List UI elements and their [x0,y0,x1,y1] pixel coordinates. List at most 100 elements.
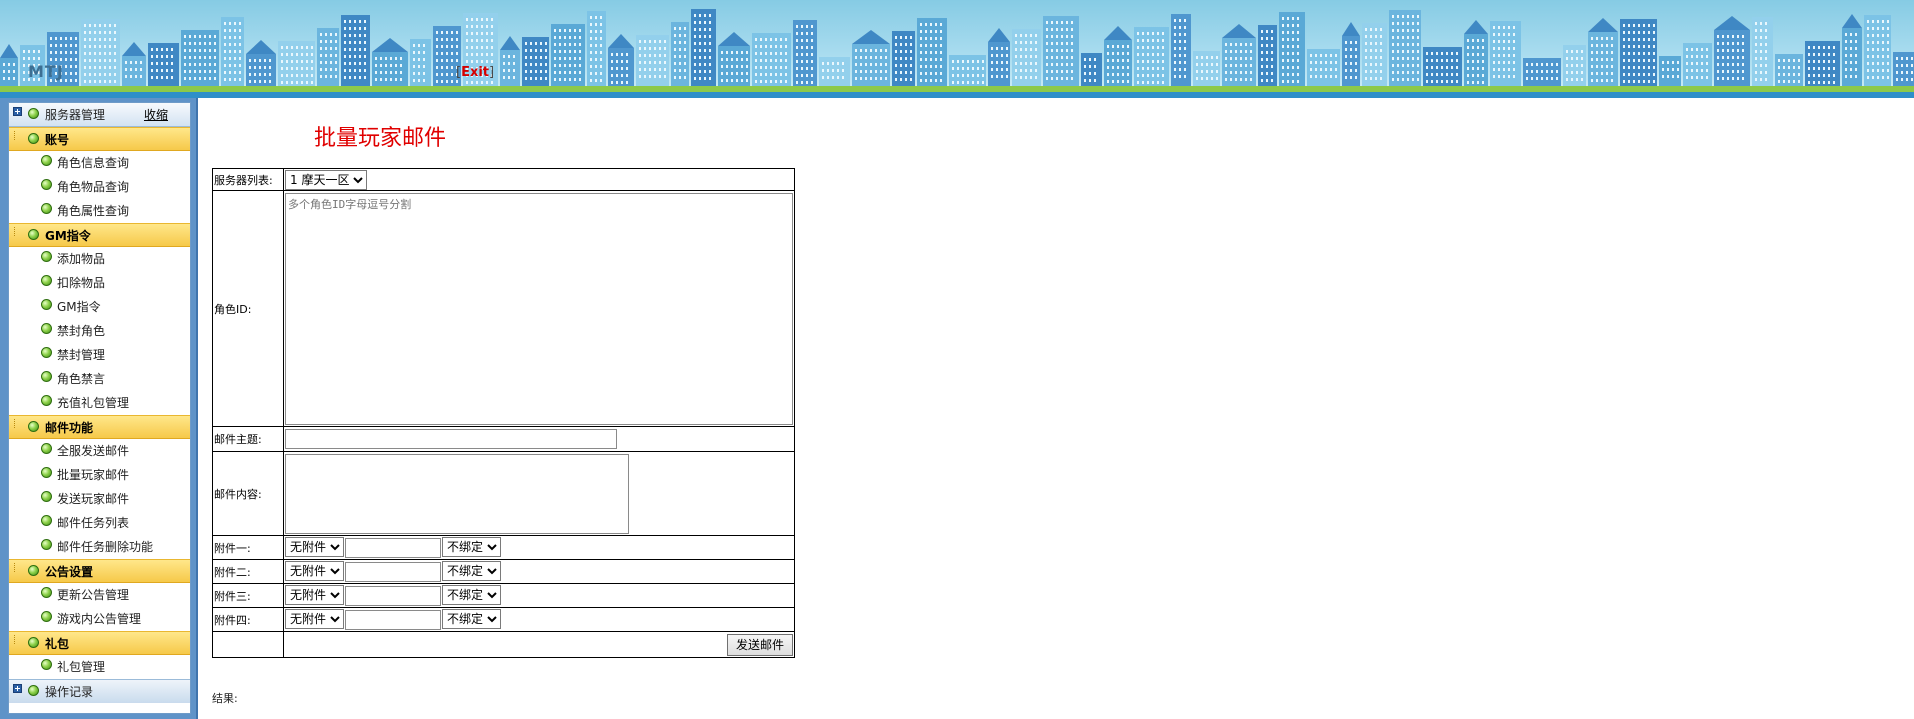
sidebar-group-gift-packs[interactable]: 礼包 [9,631,190,655]
skyline-window [1737,49,1739,52]
skyline-window [1643,38,1645,41]
skyline-window [1845,47,1847,50]
exit-link[interactable]: Exit [461,65,489,80]
skyline-window [84,80,86,83]
send-mail-button[interactable]: 发送邮件 [726,633,793,656]
role-id-textarea[interactable] [285,193,793,425]
skyline-window [1266,51,1268,54]
attachment-id-input[interactable] [345,538,441,558]
skyline-window [905,57,907,60]
skyline-window [1813,60,1815,63]
sidebar-item[interactable]: 批量玩家邮件 [9,463,190,487]
sidebar-item[interactable]: 邮件任务列表 [9,511,190,535]
skyline-window [166,76,168,79]
skyline-window [996,61,998,64]
sidebar-item[interactable]: 角色信息查询 [9,151,190,175]
skyline-window [895,43,897,46]
sidebar-group-mail[interactable]: 邮件功能 [9,415,190,439]
sidebar-item[interactable]: 禁封管理 [9,343,190,367]
skyline-window [209,35,211,38]
skyline-window [1071,42,1073,45]
sidebar-item[interactable]: 禁封角色 [9,319,190,343]
skyline-window [755,38,757,41]
sidebar-item[interactable]: 角色物品查询 [9,175,190,199]
sidebar-group-gm-commands[interactable]: GM指令 [9,223,190,247]
sidebar-group-server-management[interactable]: 服务器管理 收缩 [9,103,190,127]
skyline-window [1551,63,1553,66]
attachment-bind-select[interactable]: 不绑定 [442,609,501,629]
expand-plus-icon[interactable] [13,107,22,116]
skyline-window [775,38,777,41]
skyline-window [1581,64,1583,67]
attachment-id-input[interactable] [345,586,441,606]
skyline-window [1901,64,1903,67]
skyline-window [1576,57,1578,60]
skyline-window [1216,63,1218,66]
skyline-window [554,36,556,39]
sidebar-item[interactable]: GM指令 [9,295,190,319]
skyline-window [1325,75,1327,78]
sidebar-group-operation-log[interactable]: 操作记录 [9,679,190,703]
sidebar-group-announcements[interactable]: 公告设置 [9,559,190,583]
skyline-window [1184,40,1186,43]
skyline-window [559,36,561,39]
skyline-window [674,48,676,51]
collapse-link[interactable]: 收缩 [144,103,168,127]
skyline-window [291,67,293,70]
skyline-window [1623,24,1625,27]
skyline-window [1633,52,1635,55]
sidebar-item[interactable]: 扣除物品 [9,271,190,295]
sidebar-item[interactable]: 充值礼包管理 [9,391,190,415]
skyline-window [595,79,597,82]
skyline-window [1174,75,1176,78]
attachment-bind-select[interactable]: 不绑定 [442,585,501,605]
sidebar-item[interactable]: 礼包管理 [9,655,190,679]
skyline-window [801,53,803,56]
sidebar-item[interactable]: 角色禁言 [9,367,190,391]
skyline-window [1788,80,1790,83]
skyline-window [905,78,907,81]
sidebar-item[interactable]: 发送玩家邮件 [9,487,190,511]
skyline-window [1127,45,1129,48]
subject-input[interactable] [285,429,617,449]
sidebar-group-account[interactable]: 账号 [9,127,190,151]
attachment-type-select[interactable]: 无附件 [285,561,344,581]
skyline-window [885,63,887,66]
skyline-window [1397,50,1399,53]
skyline-window [559,43,561,46]
skyline-window [264,73,266,76]
sidebar-item[interactable]: 邮件任务删除功能 [9,535,190,559]
attachment-bind-select[interactable]: 不绑定 [442,537,501,557]
sidebar-item[interactable]: 添加物品 [9,247,190,271]
skyline-window [13,63,15,66]
attachment-type-select[interactable]: 无附件 [285,537,344,557]
skyline-window [1887,62,1889,65]
skyline-window [785,66,787,69]
sidebar-item[interactable]: 角色属性查询 [9,199,190,223]
attachment-type-select[interactable]: 无附件 [285,609,344,629]
sidebar-group-label: 账号 [45,133,70,147]
attachment-id-input[interactable] [345,562,441,582]
sidebar-item[interactable]: 全服发送邮件 [9,439,190,463]
skyline-window [354,27,356,30]
attachment-id-input[interactable] [345,610,441,630]
skyline-window [199,35,201,38]
sidebar-item[interactable]: 更新公告管理 [9,583,190,607]
form-cell: 发送邮件 [283,631,795,658]
skyline-window [1850,75,1852,78]
skyline-window [1315,75,1317,78]
skyline-window [1727,35,1729,38]
sidebar-item[interactable]: 游戏内公告管理 [9,607,190,631]
skyline-window [1282,45,1284,48]
skyline-window [375,78,377,81]
skyline-window [1292,17,1294,20]
skyline-window [1722,70,1724,73]
attachment-type-select[interactable]: 无附件 [285,585,344,605]
content-textarea[interactable] [285,453,629,534]
skyline-window [320,75,322,78]
skyline-window [600,16,602,19]
attachment-bind-select[interactable]: 不绑定 [442,561,501,581]
server-select[interactable]: 1 摩天一区 [285,169,367,190]
skyline-window [1606,79,1608,82]
expand-plus-icon[interactable] [13,684,22,693]
